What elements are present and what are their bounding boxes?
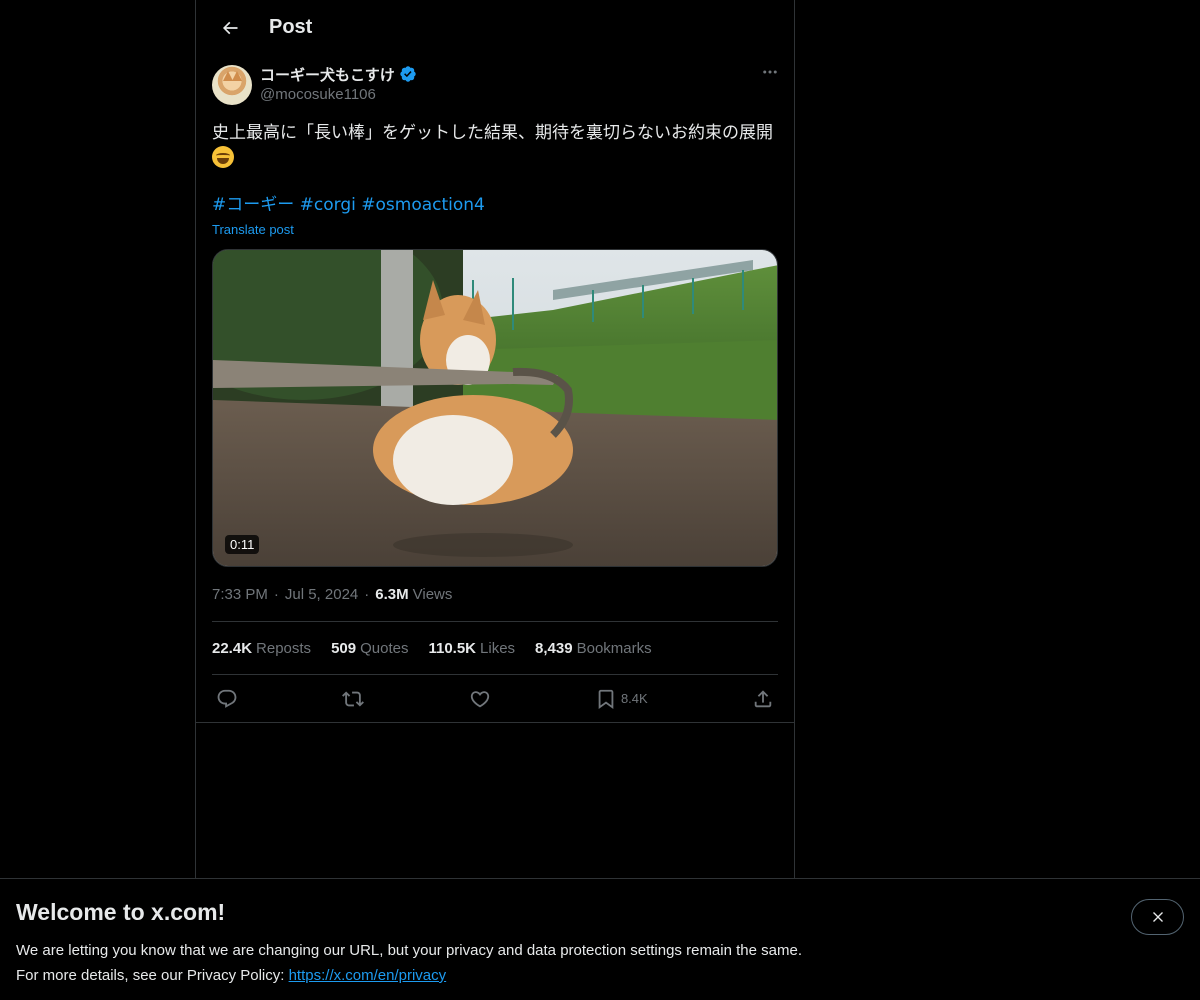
reply-icon: [217, 689, 237, 708]
hashtag-link[interactable]: #コーギー: [212, 195, 294, 215]
bookmark-button[interactable]: 8.4K: [595, 688, 648, 710]
views-label: Views: [412, 585, 453, 603]
arrow-left-icon: [222, 21, 238, 34]
post-text-body: 史上最高に「長い棒」をゲットした結果、期待を裏切らないお約束の展開: [212, 123, 773, 143]
action-bar: 8.4K: [196, 675, 794, 723]
engagement-stats: 22.4K Reposts 509 Quotes 110.5K Likes 8,439…: [212, 622, 778, 675]
face-with-tears-of-joy-emoji: [212, 146, 234, 168]
bookmarks-label: Bookmarks: [576, 639, 652, 657]
bookmark-icon: [598, 689, 614, 709]
bookmarks-count: 8,439: [535, 639, 573, 657]
reposts-count: 22.4K: [212, 639, 253, 657]
banner-line1: We are letting you know that we are chan…: [16, 942, 802, 959]
video-player[interactable]: 0:11: [212, 249, 778, 567]
post-text: 史上最高に「長い棒」をゲットした結果、期待を裏切らないお約束の展開: [212, 121, 778, 172]
heart-icon: [470, 690, 489, 707]
banner-line2-prefix: For more details, see our Privacy Policy…: [16, 967, 289, 984]
share-icon: [754, 689, 772, 707]
verified-badge-icon[interactable]: [399, 65, 417, 83]
repost-icon: [342, 691, 365, 706]
bookmark-count: 8.4K: [620, 691, 648, 706]
close-icon: [1152, 912, 1163, 922]
banner-title: Welcome to x.com!: [16, 899, 226, 925]
author-row: コーギー犬もこすけ @mocosuke1106: [212, 63, 778, 111]
bookmarks-stat[interactable]: 8,439 Bookmarks: [535, 640, 652, 657]
url-change-banner: Welcome to x.com! We are letting you kno…: [0, 878, 1200, 1000]
back-button[interactable]: [212, 10, 248, 46]
post: コーギー犬もこすけ @mocosuke1106 史上最高に「長い棒」をゲットした…: [196, 55, 794, 723]
hashtags: #コーギー #corgi #osmoaction4: [212, 193, 778, 218]
reply-button[interactable]: [216, 688, 238, 710]
more-options-button[interactable]: [752, 57, 788, 87]
privacy-policy-link[interactable]: https://x.com/en/privacy: [289, 967, 447, 984]
reposts-label: Reposts: [256, 639, 312, 657]
banner-text: We are letting you know that we are chan…: [16, 938, 1184, 988]
views-count: 6.3M: [375, 585, 409, 603]
quotes-stat[interactable]: 509 Quotes: [331, 640, 408, 657]
separator-dot: ·: [273, 585, 279, 603]
page-title: Post: [269, 16, 313, 38]
post-meta: 7:33 PM · Jul 5, 2024 · 6.3M Views: [212, 567, 778, 622]
video-thumbnail: [213, 250, 777, 566]
display-name[interactable]: コーギー犬もこすけ: [260, 64, 395, 85]
repost-button[interactable]: [342, 688, 365, 710]
like-button[interactable]: [469, 688, 491, 710]
share-button[interactable]: [752, 688, 774, 710]
quotes-label: Quotes: [360, 639, 409, 657]
translate-post-link[interactable]: Translate post: [212, 222, 294, 237]
primary-column: Post コーギー犬もこすけ @mocosuke1106 史上最高に「長い棒」を…: [195, 0, 795, 1000]
display-name-row: コーギー犬もこすけ: [260, 63, 417, 85]
author-names: コーギー犬もこすけ @mocosuke1106: [260, 63, 417, 103]
hashtag-link[interactable]: #corgi: [300, 195, 356, 215]
author-handle[interactable]: @mocosuke1106: [260, 86, 417, 103]
top-bar: Post: [196, 0, 794, 55]
likes-label: Likes: [480, 639, 516, 657]
likes-count: 110.5K: [428, 639, 477, 657]
likes-stat[interactable]: 110.5K Likes: [428, 640, 515, 657]
video-duration: 0:11: [225, 535, 260, 554]
more-horizontal-icon: [763, 70, 777, 74]
banner-close-button[interactable]: [1131, 899, 1184, 935]
hashtag-link[interactable]: #osmoaction4: [361, 195, 485, 215]
avatar[interactable]: [212, 65, 252, 105]
post-time[interactable]: 7:33 PM: [212, 586, 268, 603]
quotes-count: 509: [331, 639, 357, 657]
separator-dot: ·: [364, 585, 370, 603]
post-date[interactable]: Jul 5, 2024: [285, 586, 358, 603]
reposts-stat[interactable]: 22.4K Reposts: [212, 640, 311, 657]
